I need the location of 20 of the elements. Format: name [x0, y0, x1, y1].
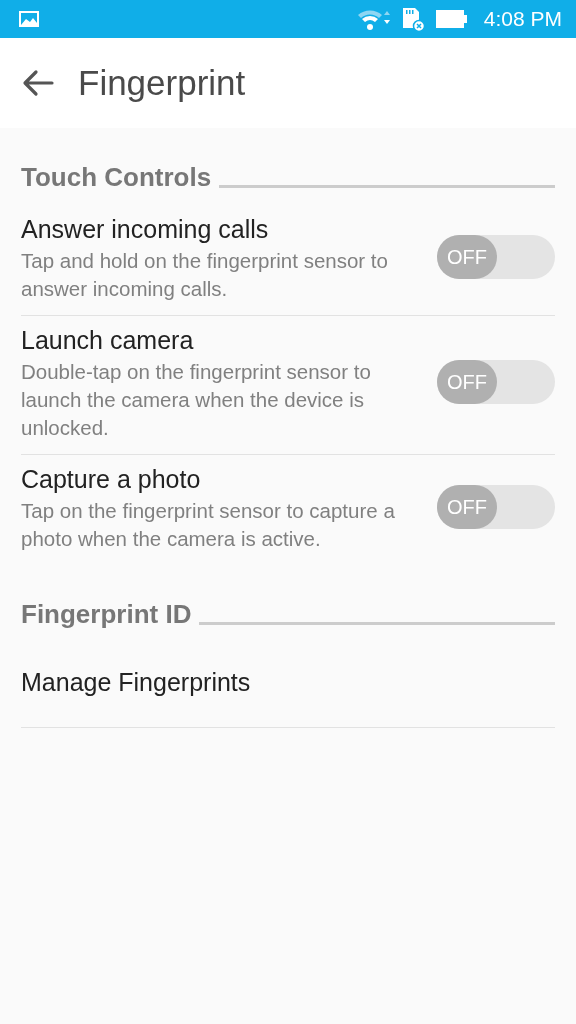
setting-title: Capture a photo [21, 464, 202, 495]
image-icon [19, 11, 39, 27]
section-header: Fingerprint ID [21, 598, 192, 630]
switch-thumb: OFF [437, 235, 497, 279]
switch-thumb: OFF [437, 360, 497, 404]
toggle-switch[interactable]: OFF [437, 235, 555, 279]
back-arrow-icon [22, 69, 54, 97]
section-header: Touch Controls [21, 161, 212, 193]
setting-description: Tap and hold on the fingerprint sensor to answer incoming calls. [21, 248, 389, 302]
setting-title: Launch camera [21, 325, 195, 356]
toggle-switch[interactable]: OFF [437, 485, 555, 529]
battery-icon [435, 9, 468, 29]
setting-title: Answer incoming calls [21, 214, 270, 245]
clock-time: 4:08 PM [483, 7, 562, 31]
page-title: Fingerprint [78, 63, 246, 103]
setting-description: Double-tap on the fingerprint sensor to launch the camera when the device is unlocked. [21, 359, 372, 441]
toggle-switch[interactable]: OFF [437, 360, 555, 404]
setting-description: Tap on the fingerprint sensor to capture a photo when the camera is active. [21, 498, 396, 552]
switch-thumb: OFF [437, 485, 497, 529]
settings-list-item[interactable]: Manage Fingerprints [21, 642, 555, 728]
